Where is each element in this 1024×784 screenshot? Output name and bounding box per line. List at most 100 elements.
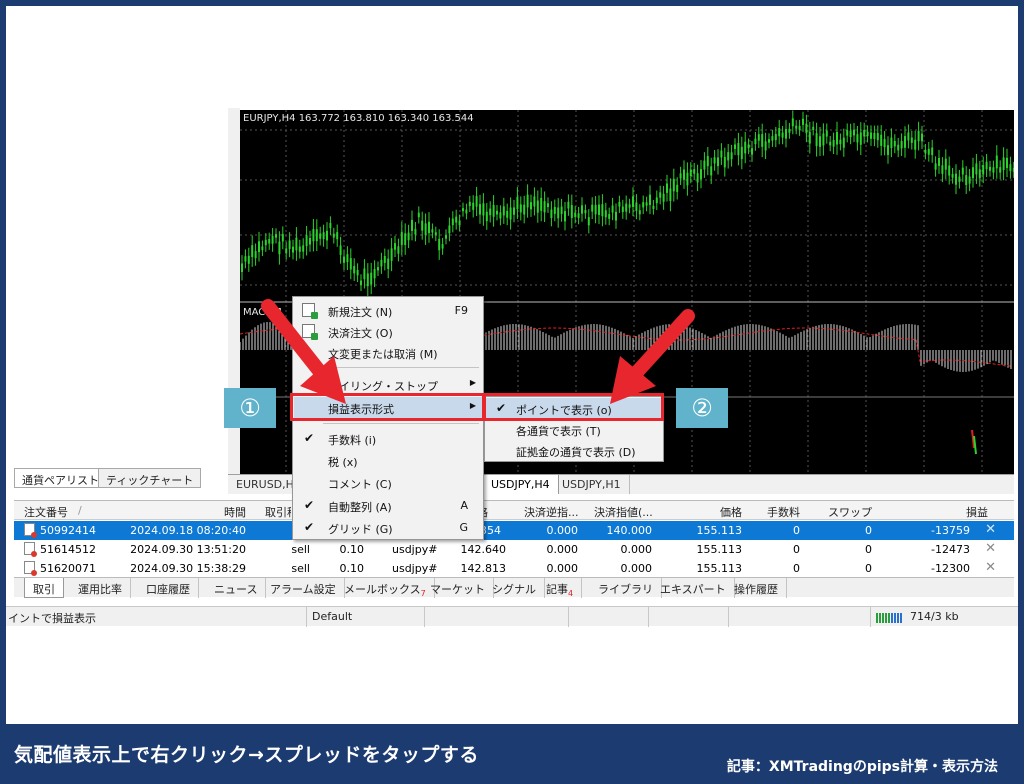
menu-new-order-label: 新規注文 (N) xyxy=(328,306,393,319)
menu-auto-arrange[interactable]: ✔ 自動整列 (A) A xyxy=(294,495,482,516)
table-row[interactable]: 50992414 2024.09.18 08:20:40 354 0.000 1… xyxy=(14,521,1014,540)
status-divider xyxy=(728,607,729,627)
status-divider xyxy=(870,607,871,627)
menu-close-order-label: 決済注文 (O) xyxy=(328,327,393,340)
menu-tax[interactable]: 税 (x) xyxy=(294,450,482,471)
cell-swap: 0 xyxy=(865,562,872,575)
tab-mailbox[interactable]: メールボックス7 xyxy=(336,578,435,598)
cell-symbol: usdjpy# xyxy=(392,562,438,575)
tab-account-history[interactable]: 口座履歴 xyxy=(138,578,199,598)
tab-journal[interactable]: 操作履歴 xyxy=(726,578,787,598)
cell-volume: 0.10 xyxy=(339,543,365,556)
step-badge-1: ① xyxy=(224,388,276,428)
col-stop-loss[interactable]: 決済逆指... xyxy=(524,504,590,520)
status-bar: イントで損益表示 Default 714/3 kb xyxy=(6,606,1018,627)
cell-swap: 0 xyxy=(865,543,872,556)
cell-volume: 0.10 xyxy=(339,562,365,575)
sell-order-icon xyxy=(24,561,37,576)
menu-close-order[interactable]: 決済注文 (O) xyxy=(294,321,482,342)
col-time[interactable]: 時間 xyxy=(184,504,246,520)
close-order-icon xyxy=(302,324,318,340)
cell-swap: 0 xyxy=(865,524,872,537)
connection-bars-icon xyxy=(876,613,902,623)
check-icon: ✔ xyxy=(304,520,315,534)
cell-sl: 0.000 xyxy=(546,524,579,537)
tab-exposure[interactable]: 運用比率 xyxy=(70,578,131,598)
col-sort: / xyxy=(78,504,82,517)
menu-separator xyxy=(323,423,479,424)
menu-grid-shortcut: G xyxy=(459,521,468,534)
cell-profit: -12300 xyxy=(931,562,970,575)
cell-time: 2024.09.18 08:20:40 xyxy=(130,524,246,537)
col-swap[interactable]: スワップ xyxy=(814,504,872,520)
cell-price: 142.813 xyxy=(460,562,507,575)
status-profile[interactable]: Default xyxy=(312,610,352,623)
cell-tp: 0.000 xyxy=(620,543,653,556)
col-order[interactable]: 注文番号 xyxy=(24,504,68,520)
status-traffic: 714/3 kb xyxy=(910,610,959,623)
cell-time: 2024.09.30 15:38:29 xyxy=(130,562,246,575)
menu-auto-arrange-label: 自動整列 (A) xyxy=(328,501,392,514)
col-current-price[interactable]: 価格 xyxy=(694,504,742,520)
menu-separator xyxy=(323,367,479,368)
col-take-profit[interactable]: 決済指値(... xyxy=(594,504,660,520)
chart-tab-usdjpy-h1[interactable]: USDJPY,H1 xyxy=(554,475,630,494)
cell-cur-price: 155.113 xyxy=(696,543,743,556)
check-icon: ✔ xyxy=(304,431,315,445)
menu-modify-order[interactable]: 文変更または取消 (M) xyxy=(294,342,482,363)
cell-sl: 0.000 xyxy=(546,562,579,575)
caption-bar: 気配値表示上で右クリック→スプレッドをタップする 記事：XMTradingのpi… xyxy=(0,726,1024,784)
tab-tick-chart[interactable]: ティックチャート xyxy=(98,468,202,488)
menu-modify-order-label: 文変更または取消 (M) xyxy=(328,348,438,361)
cell-order: 51620071 xyxy=(40,562,96,575)
submenu-show-deposit-label: 証拠金の通貨で表示 (D) xyxy=(516,446,636,459)
cell-profit: -13759 xyxy=(931,524,970,537)
tab-signals[interactable]: シグナル xyxy=(484,578,545,598)
submenu-show-currency-label: 各通貨で表示 (T) xyxy=(516,425,601,438)
col-commission[interactable]: 手数料 xyxy=(744,504,800,520)
table-row[interactable]: 51620071 2024.09.30 15:38:29 sell 0.10 u… xyxy=(14,559,1014,576)
submenu-show-deposit-currency[interactable]: 証拠金の通貨で表示 (D) xyxy=(486,440,662,461)
status-divider xyxy=(306,607,307,627)
menu-trailing-stop[interactable]: レイリング・ストップ ▶ xyxy=(294,374,482,395)
status-divider xyxy=(648,607,649,627)
menu-tax-label: 税 (x) xyxy=(328,456,358,469)
menu-grid[interactable]: ✔ グリッド (G) G xyxy=(294,517,482,538)
menu-comment[interactable]: コメント (C) xyxy=(294,472,482,493)
cell-commission: 0 xyxy=(793,562,800,575)
submenu-show-currency[interactable]: 各通貨で表示 (T) xyxy=(486,419,662,440)
cell-price: 142.640 xyxy=(460,543,507,556)
menu-commission[interactable]: ✔ 手数料 (i) xyxy=(294,428,482,449)
tab-currency-pair-list[interactable]: 通貨ペアリスト xyxy=(14,468,107,488)
tab-alerts[interactable]: アラーム設定 xyxy=(262,578,345,598)
table-header: 注文番号 / 時間 取引種別 価格 決済逆指... 決済指値(... 価格 手数… xyxy=(14,501,1014,520)
tab-trade[interactable]: 取引 xyxy=(24,578,64,598)
new-order-icon xyxy=(302,303,318,319)
orders-table: 注文番号 / 時間 取引種別 価格 決済逆指... 決済指値(... 価格 手数… xyxy=(14,500,1014,576)
chart-tab-usdjpy-h4[interactable]: USDJPY,H4 xyxy=(482,475,559,494)
article-title: 記事：XMTradingのpips計算・表示方法 xyxy=(726,759,998,775)
col-type[interactable]: 取引種別 xyxy=(265,504,291,520)
cell-symbol: usdjpy# xyxy=(392,543,438,556)
close-order-icon[interactable]: ✕ xyxy=(985,522,996,537)
close-order-icon[interactable]: ✕ xyxy=(985,541,996,556)
submenu-arrow-icon: ▶ xyxy=(469,378,476,387)
tab-articles-label: 記事 xyxy=(546,583,568,596)
tab-articles[interactable]: 記事4 xyxy=(538,578,583,598)
cell-cur-price: 155.113 xyxy=(696,562,743,575)
highlight-show-points xyxy=(482,393,664,421)
tab-experts[interactable]: エキスパート xyxy=(652,578,735,598)
cell-commission: 0 xyxy=(793,524,800,537)
close-order-icon[interactable]: ✕ xyxy=(985,560,996,575)
sell-order-icon xyxy=(24,542,37,557)
col-profit[interactable]: 損益 xyxy=(934,504,988,520)
table-row[interactable]: 51614512 2024.09.30 13:51:20 sell 0.10 u… xyxy=(14,540,1014,559)
tab-news[interactable]: ニュース xyxy=(206,578,267,598)
step-badge-2: ② xyxy=(676,388,728,428)
menu-new-order-shortcut: F9 xyxy=(454,304,468,317)
menu-new-order[interactable]: 新規注文 (N) F9 xyxy=(294,300,482,321)
cell-tp: 140.000 xyxy=(606,524,653,537)
cell-type: sell xyxy=(291,562,310,575)
menu-comment-label: コメント (C) xyxy=(328,478,392,491)
menu-trailing-stop-label: レイリング・ストップ xyxy=(328,380,438,393)
